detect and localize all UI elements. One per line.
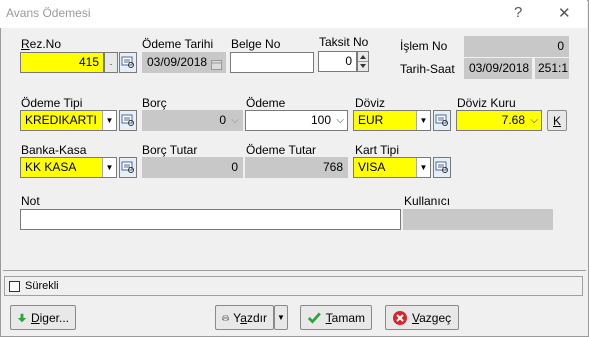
doviz-kuru-select[interactable]: 7.68 ⌵ [456, 110, 542, 131]
taksit-no-spinner[interactable] [357, 51, 369, 72]
odeme-tipi-lookup-icon[interactable] [119, 110, 137, 131]
taksit-no-label: Taksit No [319, 35, 369, 49]
dropdown-arrow-icon[interactable]: ▼ [416, 111, 430, 130]
dropdown-arrow-icon[interactable]: ▼ [102, 111, 116, 130]
borc-tutar-label: Borç Tutar [142, 143, 198, 157]
close-button[interactable]: ✕ [558, 4, 571, 22]
belge-no-field[interactable] [230, 52, 314, 73]
odeme-label: Ödeme [246, 96, 286, 110]
belge-no-label: Belge No [231, 37, 281, 51]
borc-select: 0 ⌵ [142, 110, 243, 131]
odeme-select[interactable]: 100 ⌵ [245, 110, 348, 131]
tamam-button[interactable]: Tamam [300, 305, 372, 330]
doviz-kuru-label: Döviz Kuru [457, 96, 516, 110]
borc-tutar-field: 0 [142, 157, 243, 178]
odeme-tarihi-field: 03/09/2018 [142, 52, 226, 73]
chevron-down-icon: ⌵ [231, 115, 239, 126]
yazdir-button[interactable]: Yazdır [215, 305, 274, 330]
calendar-icon[interactable] [211, 57, 222, 72]
odeme-tutar-field: 768 [245, 157, 348, 178]
diger-button[interactable]: Diger... [10, 305, 76, 330]
odeme-tipi-select[interactable]: KREDIKARTI ▼ [20, 110, 117, 131]
kullanici-field [403, 209, 553, 230]
dropdown-arrow-icon[interactable]: ▼ [416, 158, 430, 177]
banka-kasa-label: Banka-Kasa [21, 143, 87, 157]
kullanici-label: Kullanıcı [404, 194, 451, 208]
kart-tipi-label: Kart Tipi [355, 143, 400, 157]
islem-no-field: 0 [464, 36, 569, 57]
odeme-tipi-label: Ödeme Tipi [21, 96, 83, 110]
help-button[interactable]: ? [514, 4, 522, 21]
yazdir-dropdown-button[interactable]: ▼ [274, 305, 288, 330]
odeme-tutar-label: Ödeme Tutar [246, 143, 317, 157]
banka-kasa-select[interactable]: KK KASA ▼ [20, 157, 117, 178]
cancel-icon [393, 310, 407, 325]
check-icon [307, 312, 321, 324]
surekli-label: Sürekli [25, 280, 59, 292]
down-arrow-icon [17, 313, 27, 322]
chevron-down-icon[interactable]: ⌵ [530, 111, 538, 130]
kart-tipi-select[interactable]: VISA ▼ [353, 157, 431, 178]
chevron-down-icon[interactable]: ⌵ [336, 111, 344, 130]
k-button[interactable]: K [547, 110, 567, 131]
taksit-no-field[interactable]: 0 [318, 51, 357, 72]
borc-label: Borç [142, 96, 167, 110]
rez-no-field[interactable]: 415 [20, 52, 104, 73]
rez-no-lookup-icon[interactable] [119, 52, 137, 73]
not-label: Not [21, 194, 40, 208]
divider [3, 270, 586, 271]
tarih-saat-label: Tarih-Saat [400, 62, 455, 76]
rez-no-dot-button[interactable]: . [104, 52, 118, 73]
rez-no-label: Rez.No [21, 37, 62, 51]
doviz-lookup-icon[interactable] [433, 110, 451, 131]
surekli-panel [4, 276, 583, 296]
odeme-tarihi-label: Ödeme Tarihi [142, 37, 214, 51]
tarih-saat-time-field: 251:1 [535, 58, 569, 79]
islem-no-label: İşlem No [400, 39, 448, 53]
printer-icon [222, 314, 229, 321]
surekli-checkbox[interactable] [9, 281, 20, 292]
doviz-label: Döviz [355, 96, 386, 110]
banka-kasa-lookup-icon[interactable] [119, 157, 137, 178]
kart-tipi-lookup-icon[interactable] [433, 157, 451, 178]
not-field[interactable] [20, 209, 401, 230]
doviz-select[interactable]: EUR ▼ [353, 110, 431, 131]
tarih-saat-date-field: 03/09/2018 [464, 58, 532, 79]
dropdown-arrow-icon: ▼ [277, 313, 285, 322]
window-title: Avans Ödemesi [6, 6, 91, 20]
dropdown-arrow-icon[interactable]: ▼ [102, 158, 116, 177]
vazgec-button[interactable]: Vazgeç [385, 305, 459, 330]
